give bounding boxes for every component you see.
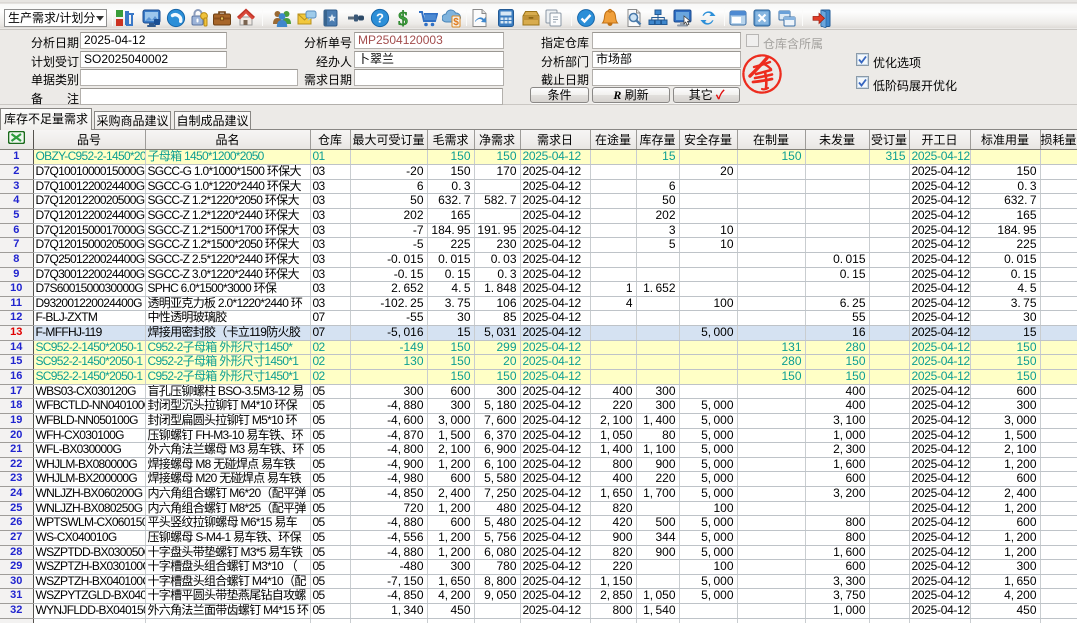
svg-text:$: $ (398, 8, 408, 28)
svg-text:$: $ (453, 17, 459, 28)
svg-text:?: ? (376, 11, 384, 26)
